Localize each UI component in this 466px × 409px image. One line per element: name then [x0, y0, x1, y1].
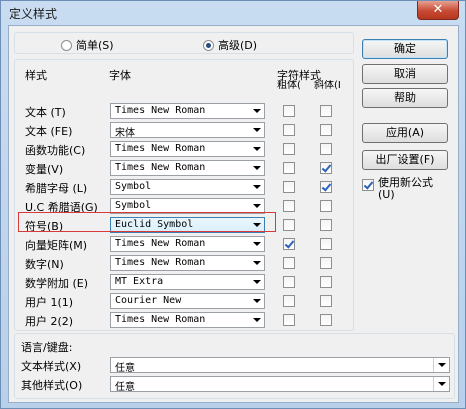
chevron-down-icon[interactable]: [249, 142, 264, 156]
chevron-down-icon[interactable]: [249, 256, 264, 270]
text-style-value: 任意: [115, 363, 135, 374]
other-style-combo[interactable]: 任意: [110, 376, 450, 393]
text-style-combo[interactable]: 任意: [110, 357, 450, 374]
row-label: 用户 1(1): [25, 296, 74, 309]
cancel-button[interactable]: 取消: [362, 64, 448, 84]
font-value: Times New Roman: [115, 162, 206, 173]
simple-mode-radio[interactable]: 简单(S): [61, 37, 114, 53]
font-value: MT Extra: [115, 276, 164, 287]
chevron-down-icon[interactable]: [249, 275, 264, 289]
font-value: Times New Roman: [115, 314, 206, 325]
font-value: Symbol: [115, 181, 152, 192]
use-new-formula-checkbox[interactable]: [362, 179, 374, 191]
style-header: 样式: [25, 69, 47, 82]
font-value: Courier New: [115, 295, 182, 306]
font-value: 宋体: [115, 128, 135, 139]
italic-checkbox[interactable]: [320, 200, 332, 212]
font-combo[interactable]: Symbol: [110, 179, 265, 195]
row-label: 文本 (FE): [25, 125, 73, 138]
chevron-down-icon[interactable]: [433, 377, 449, 391]
chevron-down-icon[interactable]: [249, 237, 264, 251]
font-combo[interactable]: Times New Roman: [110, 160, 265, 176]
font-combo[interactable]: Times New Roman: [110, 255, 265, 271]
bold-checkbox[interactable]: [283, 162, 295, 174]
font-combo[interactable]: MT Extra: [110, 274, 265, 290]
bold-checkbox[interactable]: [283, 200, 295, 212]
row-label: 向量矩阵(M): [25, 239, 88, 252]
font-value: Symbol: [115, 200, 152, 211]
italic-checkbox[interactable]: [320, 276, 332, 288]
close-button[interactable]: ✕: [417, 1, 459, 20]
title-bar[interactable]: 定义样式 ✕: [1, 1, 465, 25]
chevron-down-icon[interactable]: [249, 313, 264, 327]
factory-settings-button[interactable]: 出厂设置(F): [362, 150, 448, 170]
font-value: Times New Roman: [115, 143, 206, 154]
help-button[interactable]: 帮助: [362, 88, 448, 108]
font-combo[interactable]: Times New Roman: [110, 141, 265, 157]
bold-checkbox[interactable]: [283, 276, 295, 288]
advanced-mode-radio[interactable]: 高级(D): [203, 37, 257, 53]
chevron-down-icon[interactable]: [249, 161, 264, 175]
font-value: Times New Roman: [115, 105, 206, 116]
use-new-formula-label: 使用新公式(U): [378, 176, 433, 201]
row-label: 数学附加 (E): [25, 277, 89, 290]
bold-checkbox[interactable]: [283, 238, 295, 250]
bold-checkbox[interactable]: [283, 181, 295, 193]
chevron-down-icon[interactable]: [249, 123, 264, 137]
bold-header: 粗体(B): [277, 80, 301, 91]
italic-checkbox[interactable]: [320, 257, 332, 269]
ok-button[interactable]: 确定: [362, 39, 448, 59]
simple-mode-label: 简单(S): [76, 39, 114, 52]
other-style-value: 任意: [115, 382, 135, 393]
language-title: 语言/键盘:: [21, 341, 73, 354]
simple-radio-circle[interactable]: [61, 39, 72, 51]
advanced-mode-label: 高级(D): [218, 39, 258, 52]
advanced-radio-circle[interactable]: [203, 39, 214, 51]
apply-button[interactable]: 应用(A): [362, 123, 448, 143]
text-style-label: 文本样式(X): [21, 360, 82, 373]
chevron-down-icon[interactable]: [249, 180, 264, 194]
chevron-down-icon[interactable]: [433, 358, 449, 372]
bold-checkbox[interactable]: [283, 143, 295, 155]
font-header: 字体: [109, 69, 131, 82]
italic-header: 斜体(I): [314, 80, 340, 91]
window-title: 定义样式: [9, 7, 58, 21]
bold-checkbox[interactable]: [283, 295, 295, 307]
italic-checkbox[interactable]: [320, 105, 332, 117]
font-combo[interactable]: Times New Roman: [110, 236, 265, 252]
italic-checkbox[interactable]: [320, 219, 332, 231]
italic-checkbox[interactable]: [320, 181, 332, 193]
italic-checkbox[interactable]: [320, 295, 332, 307]
other-style-label: 其他样式(O): [21, 379, 83, 392]
italic-checkbox[interactable]: [320, 162, 332, 174]
italic-checkbox[interactable]: [320, 314, 332, 326]
row-label: 文本 (T): [25, 106, 66, 119]
chevron-down-icon[interactable]: [249, 199, 264, 213]
italic-checkbox[interactable]: [320, 238, 332, 250]
bold-checkbox[interactable]: [283, 219, 295, 231]
font-combo[interactable]: Times New Roman: [110, 103, 265, 119]
row-label: 用户 2(2): [25, 315, 74, 328]
define-style-dialog: 定义样式 ✕ 简单(S) 高级(D) 样式 字体 字符样式 粗体(B) 斜体(I…: [0, 0, 466, 409]
font-value: Times New Roman: [115, 257, 206, 268]
font-combo[interactable]: Courier New: [110, 293, 265, 309]
row-label: 函数功能(C): [25, 144, 86, 157]
bold-checkbox[interactable]: [283, 314, 295, 326]
chevron-down-icon[interactable]: [249, 104, 264, 118]
font-combo[interactable]: 宋体: [110, 122, 265, 139]
close-icon: ✕: [432, 2, 444, 17]
bold-checkbox[interactable]: [283, 257, 295, 269]
font-value: Times New Roman: [115, 238, 206, 249]
bold-checkbox[interactable]: [283, 124, 295, 136]
font-combo[interactable]: Times New Roman: [110, 312, 265, 328]
italic-checkbox[interactable]: [320, 143, 332, 155]
chevron-down-icon[interactable]: [249, 294, 264, 308]
row-label: 希腊字母 (L): [25, 182, 88, 195]
row-label: 数字(N): [25, 258, 64, 271]
dialog-body: 简单(S) 高级(D) 样式 字体 字符样式 粗体(B) 斜体(I) 文本 (T…: [8, 25, 459, 403]
bold-checkbox[interactable]: [283, 105, 295, 117]
highlighted-row-outline: [18, 212, 276, 232]
row-label: 变量(V): [25, 163, 64, 176]
italic-checkbox[interactable]: [320, 124, 332, 136]
